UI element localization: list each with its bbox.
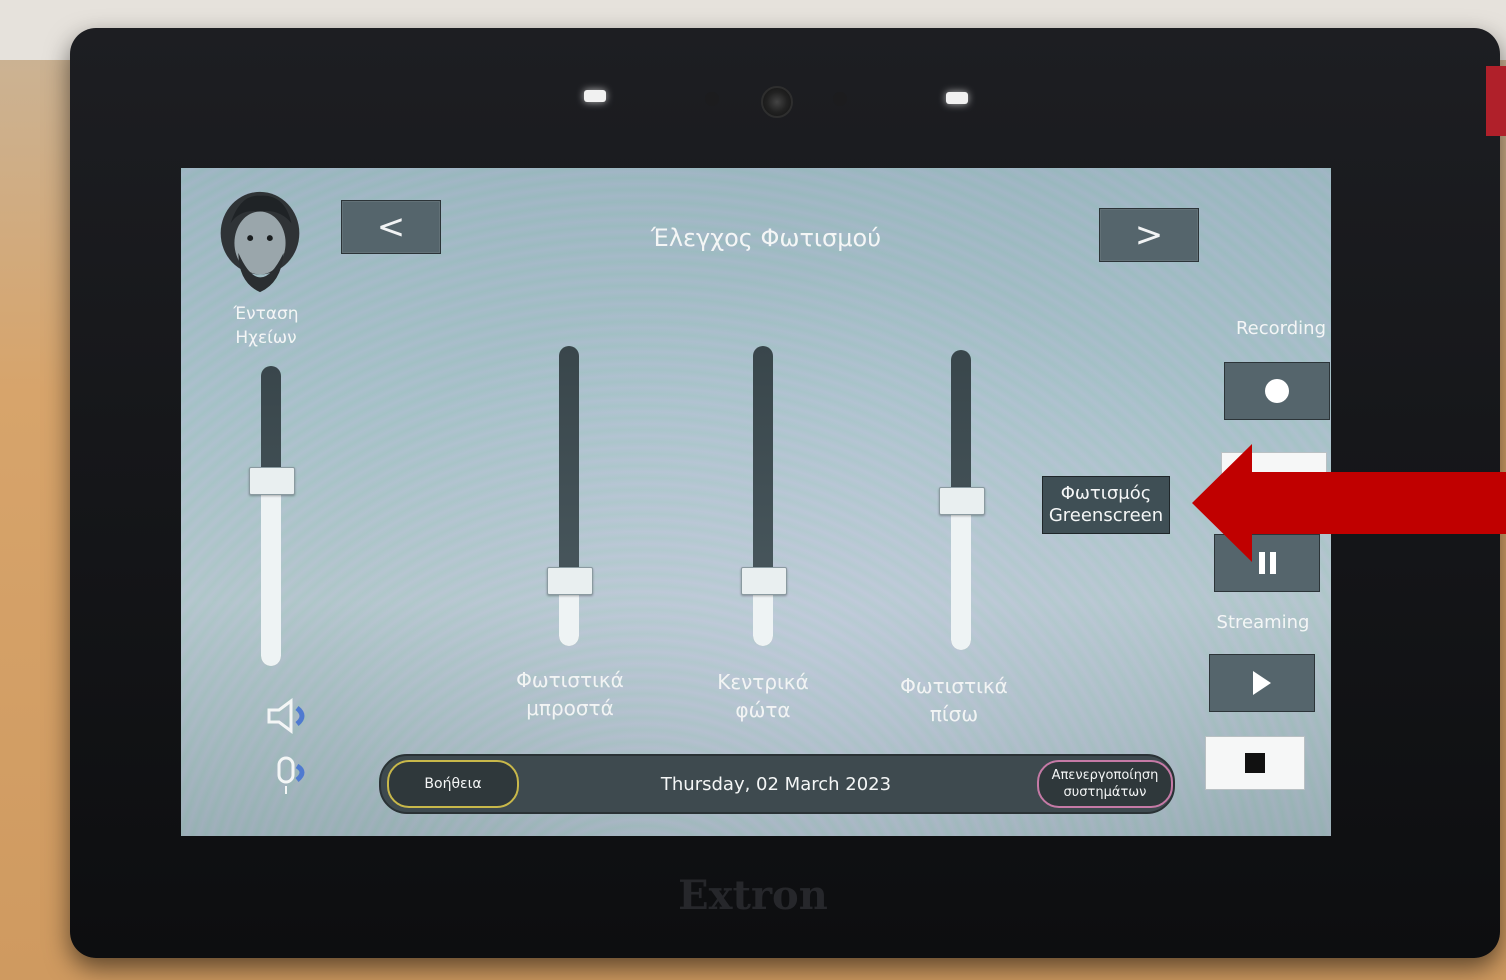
chevron-left-icon: < xyxy=(376,207,406,247)
red-tape xyxy=(1486,66,1506,136)
rear-lights-slider-fill xyxy=(951,500,971,650)
center-lights-label: Κεντρικά φώτα xyxy=(717,670,809,722)
proximity-sensor xyxy=(705,92,719,106)
rear-lights-slider-thumb[interactable] xyxy=(939,487,985,515)
rear-lights-label: Φωτιστικά πίσω xyxy=(900,674,1008,726)
date-display: Thursday, 02 March 2023 xyxy=(660,773,892,795)
front-lights-label: Φωτιστικά μπροστά xyxy=(516,668,624,720)
volume-slider-thumb[interactable] xyxy=(249,467,295,495)
volume-label: Ένταση Ηχείων xyxy=(233,304,299,348)
recording-label: Recording xyxy=(1235,318,1327,339)
volume-slider[interactable] xyxy=(249,366,295,666)
help-button[interactable]: Βοήθεια xyxy=(387,760,519,808)
system-shutdown-button[interactable]: Απενεργοποίηση συστημάτων xyxy=(1037,760,1173,808)
record-button[interactable] xyxy=(1224,362,1330,420)
page-title: Έλεγχος Φωτισμού xyxy=(650,224,882,252)
stop-icon xyxy=(1245,753,1265,773)
streaming-label: Streaming xyxy=(1216,612,1310,633)
brand-logo: Extron xyxy=(678,872,828,919)
play-icon xyxy=(1253,671,1271,695)
front-lights-slider-thumb[interactable] xyxy=(547,567,593,595)
front-lights-slider[interactable] xyxy=(547,346,593,646)
footer-bar: Βοήθεια Thursday, 02 March 2023 Απενεργο… xyxy=(379,754,1175,814)
speaker-icon[interactable] xyxy=(265,698,315,734)
portrait-logo-icon xyxy=(220,191,300,293)
touch-screen: Ένταση Ηχείων < Έλεγχος Φωτισμού > Φωτισ… xyxy=(181,168,1331,836)
previous-page-button[interactable]: < xyxy=(341,200,441,254)
proximity-sensor xyxy=(833,92,847,106)
camera-icon xyxy=(761,86,793,118)
greenscreen-lighting-button[interactable]: Φωτισμός Greenscreen xyxy=(1042,476,1170,534)
stop-button[interactable] xyxy=(1205,736,1305,790)
light-sensor xyxy=(946,92,968,104)
next-page-button[interactable]: > xyxy=(1099,208,1199,262)
chevron-right-icon: > xyxy=(1134,215,1164,255)
center-lights-slider-thumb[interactable] xyxy=(741,567,787,595)
microphone-icon[interactable] xyxy=(273,756,315,796)
center-lights-slider[interactable] xyxy=(741,346,787,646)
record-icon xyxy=(1265,379,1289,403)
light-sensor xyxy=(584,90,606,102)
rear-lights-slider[interactable] xyxy=(939,350,985,650)
volume-slider-fill xyxy=(261,480,281,666)
play-button[interactable] xyxy=(1209,654,1315,712)
annotation-arrow-icon xyxy=(1192,444,1506,562)
